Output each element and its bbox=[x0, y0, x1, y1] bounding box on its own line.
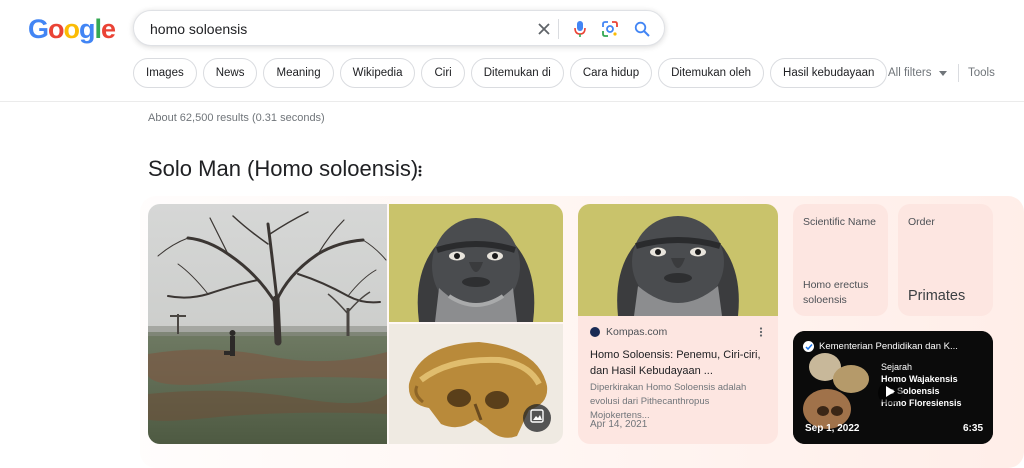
article-date: Apr 14, 2021 bbox=[590, 419, 648, 430]
tools-button[interactable]: Tools bbox=[968, 67, 995, 79]
clear-icon[interactable] bbox=[534, 19, 554, 39]
chip-meaning[interactable]: Meaning bbox=[263, 58, 334, 88]
search-input[interactable]: homo soloensis bbox=[150, 21, 247, 37]
article-more-icon[interactable] bbox=[759, 327, 763, 340]
article-snippet: Diperkirakan Homo Soloensis adalah evolu… bbox=[590, 382, 747, 421]
video-duration: 6:35 bbox=[963, 423, 984, 434]
caret-down-icon bbox=[938, 67, 947, 79]
header-divider bbox=[0, 101, 1024, 102]
video-channel-name: Kementerian Pendidikan dan K... bbox=[819, 341, 958, 352]
video-date: Sep 1, 2022 bbox=[805, 423, 860, 434]
verified-icon bbox=[803, 341, 814, 352]
order-tile[interactable]: Order Primates bbox=[898, 204, 993, 316]
order-label: Order bbox=[908, 216, 935, 228]
reconstruction-face-photo[interactable] bbox=[389, 204, 563, 322]
logo-letter: o bbox=[63, 14, 80, 44]
logo-letter: e bbox=[101, 14, 116, 44]
logo-letter: g bbox=[79, 14, 95, 44]
more-options-icon[interactable] bbox=[416, 163, 424, 179]
logo-letter: G bbox=[28, 14, 49, 44]
scientific-name-value: Homo erectus soloensis bbox=[803, 279, 869, 306]
chip-wikipedia[interactable]: Wikipedia bbox=[339, 58, 416, 88]
google-logo[interactable]: Google bbox=[28, 14, 116, 44]
video-channel[interactable]: Kementerian Pendidikan dan K... bbox=[803, 341, 988, 352]
chip-ciri[interactable]: Ciri bbox=[421, 58, 465, 88]
chip-news[interactable]: News bbox=[202, 58, 258, 88]
knowledge-panel-title: Solo Man (Homo soloensis) bbox=[148, 156, 419, 181]
microphone-icon[interactable] bbox=[570, 19, 590, 39]
order-value: Primates bbox=[908, 288, 966, 304]
chip-ditemukan-oleh[interactable]: Ditemukan oleh bbox=[658, 58, 765, 88]
article-card[interactable]: Kompas.com Homo Soloensis: Penemu, Ciri-… bbox=[578, 204, 778, 444]
search-divider bbox=[558, 19, 559, 39]
chip-images[interactable]: Images bbox=[133, 58, 197, 88]
scientific-name-tile[interactable]: Scientific Name Homo erectus soloensis bbox=[793, 204, 888, 316]
search-icon[interactable] bbox=[632, 19, 652, 39]
search-box[interactable]: homo soloensis bbox=[133, 10, 665, 46]
play-icon bbox=[885, 384, 895, 402]
filter-chips: Images News Meaning Wikipedia Ciri Ditem… bbox=[133, 58, 888, 88]
chip-cara-hidup[interactable]: Cara hidup bbox=[569, 58, 653, 88]
google-lens-icon[interactable] bbox=[600, 19, 620, 39]
all-filters-label: All filters bbox=[888, 67, 932, 80]
source-favicon-icon bbox=[590, 327, 600, 337]
scientific-name-label: Scientific Name bbox=[803, 216, 876, 228]
toolbar-divider bbox=[958, 64, 959, 82]
all-filters-button[interactable]: All filters bbox=[888, 67, 947, 79]
article-title[interactable]: Homo Soloensis: Penemu, Ciri-ciri, dan H… bbox=[590, 347, 768, 379]
video-card[interactable]: Kementerian Pendidikan dan K... Sejarah … bbox=[793, 331, 993, 444]
logo-letter: o bbox=[48, 14, 64, 44]
result-stats: About 62,500 results (0.31 seconds) bbox=[148, 112, 325, 124]
article-source[interactable]: Kompas.com bbox=[590, 326, 667, 338]
image-collage[interactable] bbox=[148, 204, 563, 444]
article-source-name: Kompas.com bbox=[606, 326, 668, 338]
play-button[interactable] bbox=[878, 381, 902, 405]
video-overlay-line: Sejarah bbox=[881, 362, 913, 372]
view-images-button[interactable] bbox=[523, 404, 551, 432]
chip-hasil-kebudayaan[interactable]: Hasil kebudayaan bbox=[770, 58, 888, 88]
article-thumbnail bbox=[578, 204, 778, 316]
image-icon bbox=[530, 408, 544, 428]
chip-ditemukan-di[interactable]: Ditemukan di bbox=[470, 58, 564, 88]
tree-photo[interactable] bbox=[148, 204, 387, 444]
